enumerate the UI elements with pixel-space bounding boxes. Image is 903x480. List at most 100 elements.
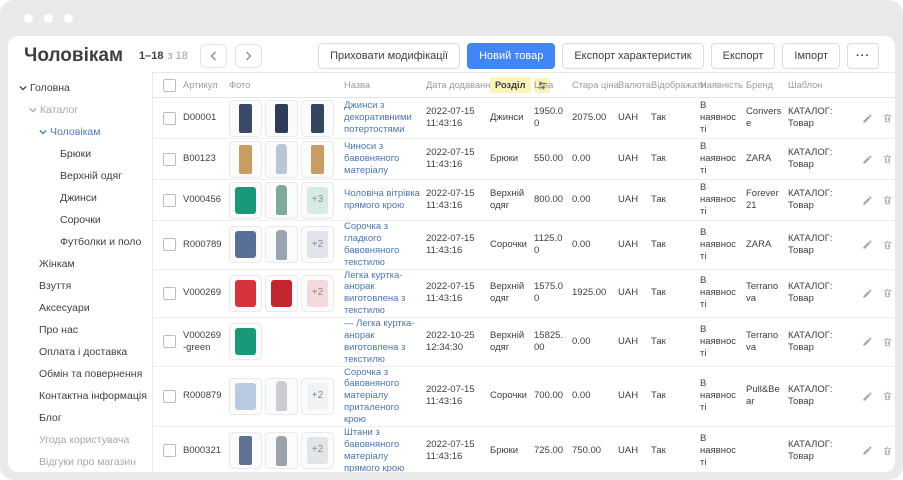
import-button[interactable]: Імпорт (782, 43, 840, 69)
sidebar-item[interactable]: Брюки (8, 143, 152, 165)
window-dot-icon[interactable] (64, 14, 73, 23)
sidebar-item[interactable]: Оплата і доставка (8, 341, 152, 363)
edit-icon[interactable] (862, 336, 873, 347)
column-header-template[interactable]: Шаблон (788, 80, 860, 90)
product-thumbnail[interactable] (229, 226, 262, 263)
column-header-date[interactable]: Дата додавання (426, 80, 490, 90)
section-cell: Сорочки (490, 390, 534, 402)
column-header-section[interactable]: Розділ (490, 77, 534, 93)
sidebar-item[interactable]: Верхній одяг (8, 165, 152, 187)
edit-icon[interactable] (862, 288, 873, 299)
product-thumbnail[interactable] (265, 275, 298, 312)
sidebar-item[interactable]: Головна (8, 77, 152, 99)
edit-icon[interactable] (862, 445, 873, 456)
sidebar-item[interactable]: Жінкам (8, 253, 152, 275)
product-thumbnail[interactable] (229, 141, 262, 178)
row-checkbox[interactable] (163, 335, 176, 348)
sidebar-item[interactable]: Блог (8, 407, 152, 429)
sidebar-item[interactable]: Відгуки про магазин (8, 451, 152, 472)
delete-icon[interactable] (882, 390, 893, 402)
column-header-sku[interactable]: Артикул (183, 80, 229, 90)
row-checkbox[interactable] (163, 444, 176, 457)
product-name-link[interactable]: Чоловіча вітрівка прямого крою (344, 188, 420, 211)
product-name-link[interactable]: Сорочка з бавовняного матеріалу притален… (344, 367, 399, 426)
product-thumbnail[interactable] (229, 100, 262, 137)
product-thumbnail[interactable] (229, 182, 262, 219)
product-name-link[interactable]: Джинси з декоративними потертостями (344, 100, 412, 135)
row-checkbox[interactable] (163, 153, 176, 166)
column-header-price[interactable]: Ціна (534, 80, 572, 90)
product-thumbnail[interactable] (301, 100, 334, 137)
column-header-brand[interactable]: Бренд (746, 80, 788, 90)
row-checkbox[interactable] (163, 194, 176, 207)
product-thumbnail[interactable] (229, 378, 262, 415)
sidebar-item[interactable]: Про нас (8, 319, 152, 341)
sidebar-item[interactable]: Взуття (8, 275, 152, 297)
sidebar-item[interactable]: Чоловікам (8, 121, 152, 143)
more-photos-badge[interactable]: +2 (301, 432, 334, 469)
product-thumbnail[interactable] (229, 323, 262, 360)
product-thumbnail[interactable] (265, 378, 298, 415)
delete-icon[interactable] (882, 153, 893, 165)
next-page-button[interactable] (235, 44, 262, 68)
window-dot-icon[interactable] (44, 14, 53, 23)
product-name-link[interactable]: Легка куртка-анорак виготовлена з тексти… (344, 270, 405, 317)
row-checkbox[interactable] (163, 238, 176, 251)
more-photos-badge[interactable]: +2 (301, 378, 334, 415)
row-checkbox[interactable] (163, 390, 176, 403)
product-name-link[interactable]: Сорочка з гладкого бавовняного текстилю (344, 221, 399, 268)
edit-icon[interactable] (862, 391, 873, 402)
product-thumbnail[interactable] (265, 100, 298, 137)
product-thumbnail[interactable] (301, 141, 334, 178)
product-thumbnail[interactable] (229, 275, 262, 312)
delete-icon[interactable] (882, 445, 893, 457)
more-photos-badge[interactable]: +3 (301, 182, 334, 219)
select-all-checkbox[interactable] (163, 79, 176, 92)
export-characteristics-button[interactable]: Експорт характеристик (562, 43, 703, 69)
product-name-link[interactable]: — Легка куртка-анорак виготовлена з текс… (344, 318, 415, 365)
sku-cell: B00123 (183, 153, 229, 165)
prev-page-button[interactable] (200, 44, 227, 68)
edit-icon[interactable] (862, 154, 873, 165)
delete-icon[interactable] (882, 287, 893, 299)
more-photos-badge[interactable]: +2 (301, 275, 334, 312)
product-thumbnail[interactable] (265, 182, 298, 219)
sidebar-item[interactable]: Сорочки (8, 209, 152, 231)
sidebar-item[interactable]: Обмін та повернення (8, 363, 152, 385)
product-thumbnail[interactable] (265, 141, 298, 178)
edit-icon[interactable] (862, 113, 873, 124)
edit-icon[interactable] (862, 195, 873, 206)
window-dot-icon[interactable] (24, 14, 33, 23)
product-thumbnail[interactable] (265, 432, 298, 469)
delete-icon[interactable] (882, 112, 893, 124)
column-header-availability[interactable]: Наявність (700, 80, 746, 90)
product-name-link[interactable]: Штани з бавовняного матеріалу прямого кр… (344, 427, 404, 472)
column-header-display[interactable]: Відображати (651, 80, 700, 90)
sidebar-item[interactable]: Футболки и поло (8, 231, 152, 253)
edit-icon[interactable] (862, 239, 873, 250)
delete-icon[interactable] (882, 239, 893, 251)
product-name-link[interactable]: Чиноси з бавовняного матеріалу (344, 141, 399, 176)
column-header-old-price[interactable]: Стара ціна (572, 80, 618, 90)
sidebar-item[interactable]: Каталог (8, 99, 152, 121)
column-header-name[interactable]: Назва (344, 80, 426, 90)
product-thumbnail[interactable] (229, 432, 262, 469)
column-header-photo[interactable]: Фото (229, 80, 344, 90)
column-header-currency[interactable]: Валюта (618, 80, 651, 90)
window-controls (24, 14, 73, 23)
row-checkbox[interactable] (163, 112, 176, 125)
new-product-button[interactable]: Новий товар (467, 43, 555, 69)
delete-icon[interactable] (882, 336, 893, 348)
sidebar-item[interactable]: Джинси (8, 187, 152, 209)
more-actions-button[interactable]: ··· (847, 43, 879, 69)
export-button[interactable]: Експорт (711, 43, 776, 69)
section-header-label[interactable]: Розділ (490, 77, 531, 93)
sidebar-item[interactable]: Угода користувача (8, 429, 152, 451)
sidebar-item[interactable]: Аксесуари (8, 297, 152, 319)
row-checkbox[interactable] (163, 287, 176, 300)
more-photos-badge[interactable]: +2 (301, 226, 334, 263)
hide-modifications-button[interactable]: Приховати модифікації (318, 43, 460, 69)
delete-icon[interactable] (882, 194, 893, 206)
sidebar-item[interactable]: Контактна інформація (8, 385, 152, 407)
product-thumbnail[interactable] (265, 226, 298, 263)
